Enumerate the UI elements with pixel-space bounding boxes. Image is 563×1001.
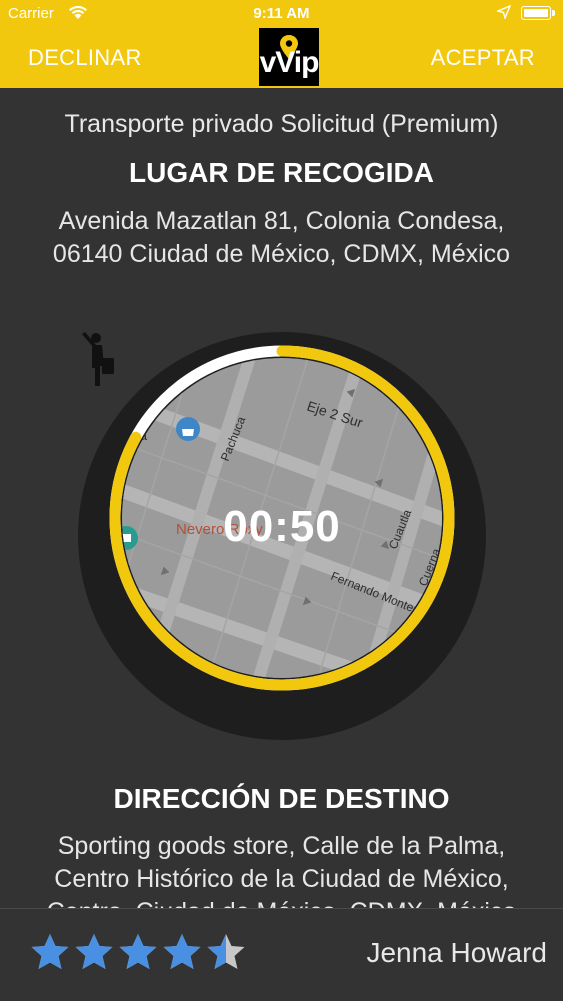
location-arrow-icon <box>495 4 512 23</box>
pickup-address: Avenida Mazatlan 81, Colonia Condesa, 06… <box>0 205 563 271</box>
request-type-label: Transporte privado Solicitud (Premium) <box>64 110 499 138</box>
destination-address-line: Sporting goods store, Calle de la Palma, <box>57 832 506 860</box>
countdown-value: 00:50 <box>223 502 341 551</box>
shopping-pin-icon <box>176 417 200 441</box>
pickup-address-line: 06140 Ciudad de México, CDMX, México <box>52 240 511 268</box>
status-time: 9:11 AM <box>253 5 310 22</box>
driver-footer: Jenna Howard <box>0 908 563 1001</box>
accept-button[interactable]: ACEPTAR <box>431 45 535 71</box>
star-icon <box>163 934 201 969</box>
star-icon <box>119 934 157 969</box>
star-icon <box>31 934 69 969</box>
star-rating <box>30 933 246 971</box>
decline-button[interactable]: DECLINAR <box>28 45 142 71</box>
battery-icon <box>521 6 555 20</box>
passenger-icon <box>82 332 114 386</box>
countdown-timer: Eje 2 Sur Pachuca Cuautla Fernando Monte… <box>78 332 486 740</box>
app-logo: vVip <box>259 28 319 86</box>
logo-text: vVip <box>259 46 320 79</box>
pickup-heading: LUGAR DE RECOGIDA <box>129 157 434 188</box>
star-icon <box>207 934 245 969</box>
driver-name: Jenna Howard <box>366 937 547 968</box>
star-icon <box>75 934 113 969</box>
nav-bar: DECLINAR vVip ACEPTAR <box>0 28 563 88</box>
destination-address: Sporting goods store, Calle de la Palma,… <box>0 830 563 908</box>
destination-address-line: Centro, Ciudad de México, CDMX, México <box>0 896 563 908</box>
destination-heading: DIRECCIÓN DE DESTINO <box>113 783 450 814</box>
destination-address-line: Centro Histórico de la Ciudad de México, <box>54 865 509 893</box>
status-bar: Carrier 9:11 AM <box>0 0 563 28</box>
pickup-address-line: Avenida Mazatlan 81, Colonia Condesa, <box>58 207 505 235</box>
